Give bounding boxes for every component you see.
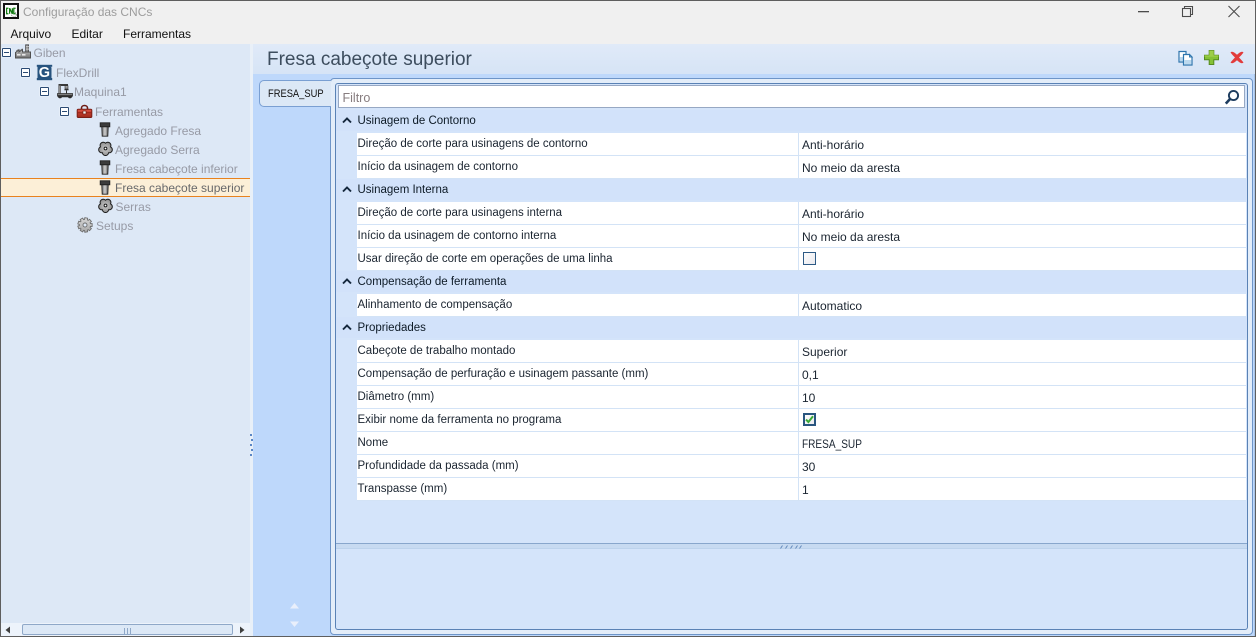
svg-text:G: G <box>39 65 50 81</box>
